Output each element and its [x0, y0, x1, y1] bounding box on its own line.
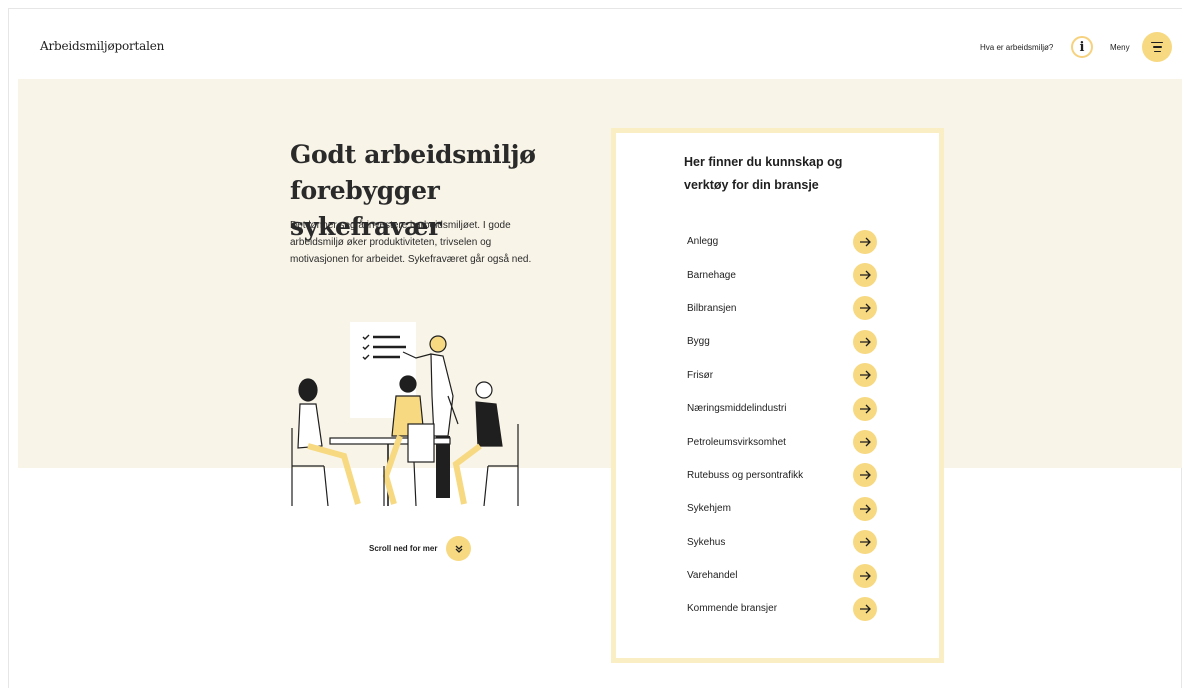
hero-background — [18, 79, 1182, 468]
arrow-right-icon[interactable] — [853, 563, 877, 588]
industry-panel: Her finner du kunnskap og verktøy for di… — [611, 128, 944, 663]
arrow-right-icon[interactable] — [853, 496, 877, 521]
arrow-right-icon[interactable] — [853, 329, 877, 354]
industry-label[interactable]: Sykehus — [687, 537, 725, 548]
site-header: Arbeidsmiljøportalen Hva er arbeidsmiljø… — [18, 9, 1182, 79]
arrow-right-icon[interactable] — [853, 463, 877, 488]
list-item[interactable]: Frisør — [687, 359, 877, 392]
industry-panel-title: Her finner du kunnskap og verktøy for di… — [684, 155, 843, 192]
industry-label[interactable]: Petroleumsvirksomhet — [687, 437, 786, 448]
hamburger-icon-line — [1152, 46, 1162, 48]
industry-label[interactable]: Bygg — [687, 336, 710, 347]
list-item[interactable]: Næringsmiddelindustri — [687, 392, 877, 425]
list-item[interactable]: Kommende bransjer — [687, 592, 877, 625]
arrow-right-icon[interactable] — [853, 296, 877, 321]
industry-list: Anlegg Barnehage Bilbransjen Bygg Frisør… — [687, 225, 877, 626]
hamburger-icon-line — [1153, 50, 1161, 53]
list-item[interactable]: Rutebuss og persontrafikk — [687, 459, 877, 492]
industry-label[interactable]: Næringsmiddelindustri — [687, 403, 786, 414]
scroll-down-link[interactable]: Scroll ned for mer — [369, 536, 472, 561]
menu-button[interactable] — [1142, 32, 1172, 62]
info-icon: i — [1079, 39, 1085, 55]
menu-label[interactable]: Meny — [1110, 43, 1130, 52]
intro-text: Det lønner seg å investere i arbeidsmilj… — [290, 220, 532, 265]
info-button[interactable]: i — [1071, 36, 1093, 58]
arrow-right-icon[interactable] — [853, 363, 877, 388]
industry-label[interactable]: Frisør — [687, 370, 713, 381]
list-item[interactable]: Sykehjem — [687, 492, 877, 525]
list-item[interactable]: Bygg — [687, 325, 877, 358]
arrow-right-icon[interactable] — [853, 530, 877, 555]
what-is-work-environment-link[interactable]: Hva er arbeidsmiljø? — [980, 43, 1053, 52]
industry-label[interactable]: Bilbransjen — [687, 303, 736, 314]
arrow-right-icon[interactable] — [853, 596, 877, 621]
arrow-right-icon[interactable] — [853, 263, 877, 288]
team-meeting-illustration — [288, 316, 524, 516]
industry-label[interactable]: Rutebuss og persontrafikk — [687, 470, 803, 481]
arrow-right-icon[interactable] — [853, 396, 877, 421]
site-logo[interactable]: Arbeidsmiljøportalen — [40, 39, 164, 53]
scroll-label: Scroll ned for mer — [369, 544, 438, 553]
industry-label[interactable]: Sykehjem — [687, 503, 731, 514]
industry-label[interactable]: Kommende bransjer — [687, 603, 777, 614]
double-chevron-down-icon[interactable] — [446, 536, 472, 561]
list-item[interactable]: Petroleumsvirksomhet — [687, 425, 877, 458]
arrow-right-icon[interactable] — [853, 229, 877, 254]
hamburger-icon — [1151, 41, 1163, 44]
industry-label[interactable]: Anlegg — [687, 236, 718, 247]
list-item[interactable]: Sykehus — [687, 526, 877, 559]
industry-label[interactable]: Varehandel — [687, 570, 737, 581]
list-item[interactable]: Barnehage — [687, 258, 877, 291]
list-item[interactable]: Anlegg — [687, 225, 877, 258]
list-item[interactable]: Bilbransjen — [687, 292, 877, 325]
list-item[interactable]: Varehandel — [687, 559, 877, 592]
industry-label[interactable]: Barnehage — [687, 270, 736, 281]
arrow-right-icon[interactable] — [853, 430, 877, 455]
